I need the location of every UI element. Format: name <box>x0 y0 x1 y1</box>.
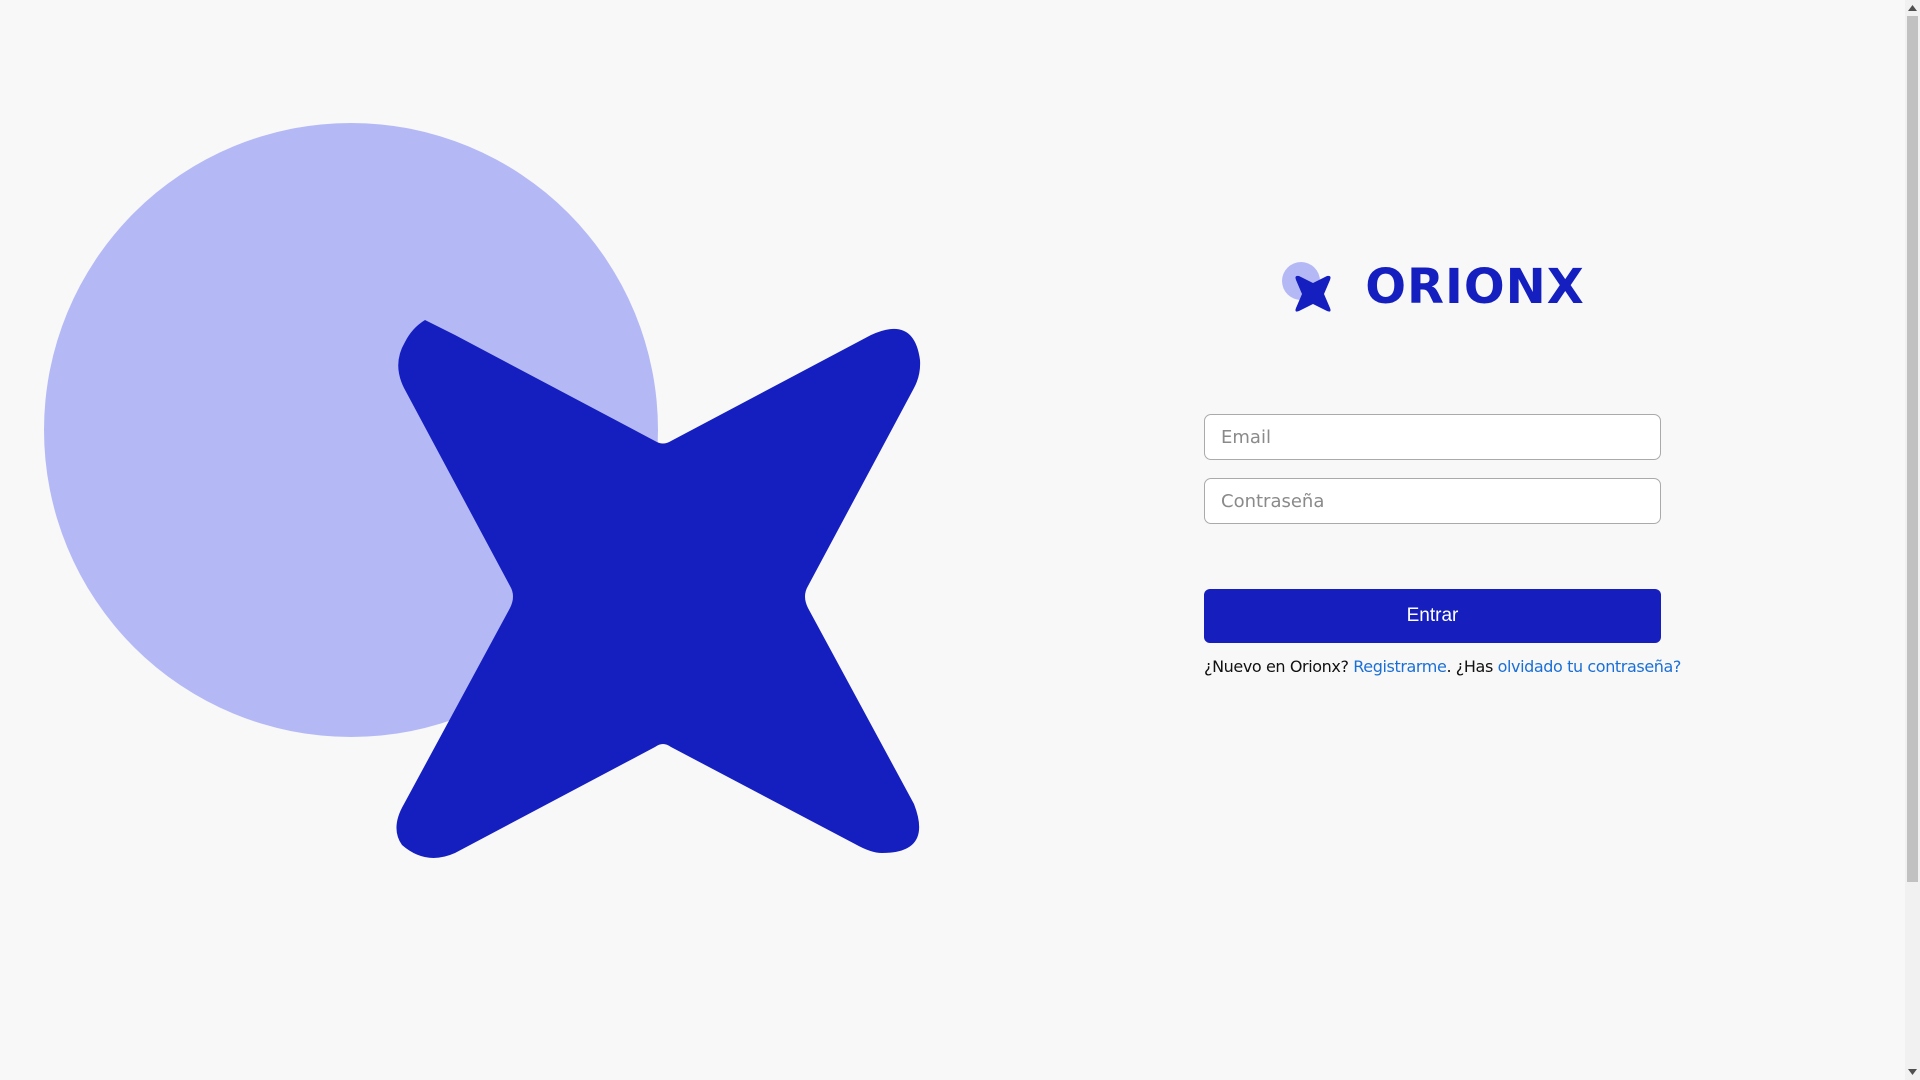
login-panel: ORIONX Entrar ¿Nuevo en Orionx? Registra… <box>1204 260 1681 676</box>
login-page: ORIONX Entrar ¿Nuevo en Orionx? Registra… <box>0 0 1920 1080</box>
forgot-prefix-text: . ¿Has <box>1446 657 1493 676</box>
register-link[interactable]: Registrarme <box>1353 657 1447 676</box>
scroll-up-arrow-icon[interactable] <box>1905 0 1920 16</box>
scrollbar-thumb[interactable] <box>1907 16 1918 882</box>
forgot-password-link[interactable]: olvidado tu contraseña? <box>1498 657 1682 676</box>
hero-illustration <box>44 123 948 880</box>
email-input[interactable] <box>1204 414 1661 460</box>
scroll-down-arrow-icon[interactable] <box>1905 1064 1920 1080</box>
new-user-text: ¿Nuevo en Orionx? <box>1204 657 1349 676</box>
orionx-logo[interactable]: ORIONX <box>1204 260 1661 314</box>
password-input[interactable] <box>1204 478 1661 524</box>
signup-forgot-line: ¿Nuevo en Orionx? Registrarme. ¿Has olvi… <box>1204 657 1681 676</box>
login-submit-button[interactable]: Entrar <box>1204 589 1661 643</box>
vertical-scrollbar[interactable] <box>1905 0 1920 1080</box>
orionx-logo-text: ORIONX <box>1365 259 1585 315</box>
orionx-logo-icon <box>1280 260 1365 314</box>
